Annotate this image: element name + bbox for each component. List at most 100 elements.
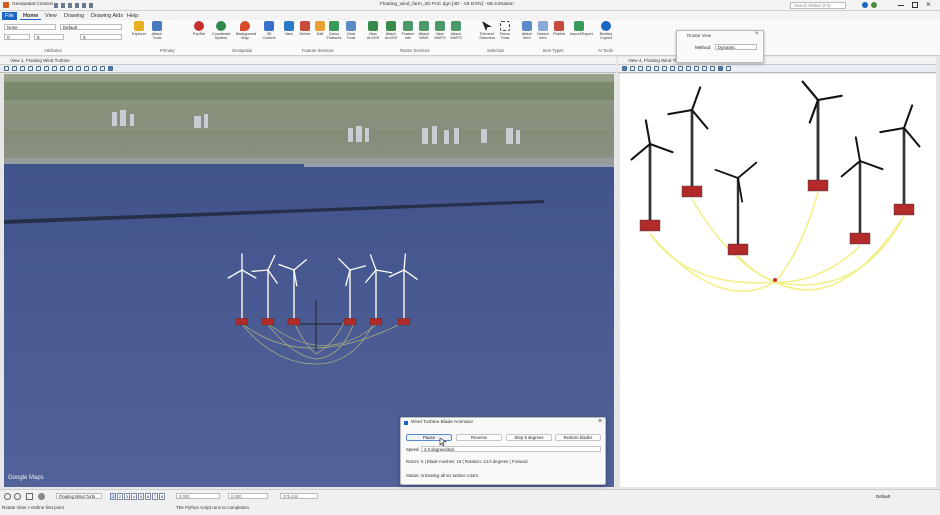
view4-zoom-in-icon[interactable] — [638, 66, 643, 71]
view4-display-style-icon[interactable] — [718, 66, 723, 71]
walk-icon[interactable] — [60, 66, 65, 71]
maximize-icon[interactable] — [912, 2, 918, 8]
view-5-button[interactable]: 5 — [138, 493, 144, 500]
view4-window-area-icon[interactable] — [654, 66, 659, 71]
3d-context-button[interactable]: 3D Context — [260, 21, 278, 47]
method-select[interactable]: Dynamic — [715, 44, 757, 50]
new-icon — [284, 21, 294, 31]
element-selection-button[interactable]: Element Selection — [478, 21, 496, 47]
bentley-copilot-button[interactable]: Bentley Copilot — [597, 21, 615, 47]
clip-volume-icon[interactable] — [92, 66, 97, 71]
rotate-view-close-icon[interactable]: × — [755, 31, 759, 37]
view-6-button[interactable]: 6 — [145, 493, 151, 500]
attach-tools-button[interactable]: Attach Tools — [148, 21, 166, 47]
snap-icon[interactable] — [14, 493, 21, 500]
view4-fit-icon[interactable] — [630, 66, 635, 71]
tab-drawing-aids[interactable]: Drawing Aids — [88, 12, 126, 20]
view4-rotation-icon[interactable] — [726, 66, 731, 71]
view4-rotate-icon[interactable] — [662, 66, 667, 71]
camera-icon[interactable] — [84, 66, 89, 71]
tab-file[interactable]: File — [2, 12, 17, 20]
tab-home[interactable]: Home — [20, 12, 42, 20]
view-3-button[interactable]: 3 — [124, 493, 130, 500]
view-previous-icon[interactable] — [68, 66, 73, 71]
fence-tools-button[interactable]: Fence Tools — [496, 21, 514, 47]
view-next-icon[interactable] — [76, 66, 81, 71]
zoom-out-icon[interactable] — [28, 66, 33, 71]
dialog-title: Wind Turbine Blade Animator — [411, 420, 474, 425]
group-raster-services-label: Raster Services — [400, 48, 430, 53]
lock-icon[interactable] — [26, 493, 33, 500]
fit-view-icon[interactable] — [12, 66, 17, 71]
y-coordinate[interactable]: 0.000 — [228, 493, 268, 499]
help-icon[interactable] — [862, 2, 868, 8]
picklist-button[interactable]: Picklist — [550, 21, 568, 47]
view4-previous-icon[interactable] — [686, 66, 691, 71]
transparency-select[interactable]: 0 — [80, 34, 122, 40]
view-rotation-icon[interactable] — [108, 66, 113, 71]
view4-toolbar[interactable] — [618, 65, 936, 73]
group-selection-label: Selection — [487, 48, 505, 53]
display-style-icon[interactable] — [100, 66, 105, 71]
dialog-close-icon[interactable]: × — [598, 418, 602, 425]
view4-clip-icon[interactable] — [710, 66, 715, 71]
query-features-button[interactable]: Query Features — [325, 21, 343, 47]
view-4-button[interactable]: 4 — [131, 493, 137, 500]
view-attributes-icon[interactable] — [4, 66, 9, 71]
attach-arcgis-button[interactable]: Attach ArcGIS — [382, 21, 400, 47]
view-select[interactable]: Floating Wind Turbi — [56, 493, 102, 499]
new-arcgis-button[interactable]: New ArcGIS — [364, 21, 382, 47]
z-coordinate[interactable]: 275.444 — [280, 493, 318, 499]
accudraw-icon[interactable] — [4, 493, 11, 500]
view-7-button[interactable]: 7 — [152, 493, 158, 500]
view-8-button[interactable]: 8 — [159, 493, 165, 500]
style-select[interactable]: Default — [60, 24, 122, 30]
group-ai-tools-label: AI Tools — [598, 48, 613, 53]
attach-wmts-button[interactable]: Attach WMTS — [447, 21, 465, 47]
view-2-button[interactable]: 2 — [117, 493, 123, 500]
tab-drawing[interactable]: Drawing — [61, 12, 87, 20]
view4-walk-icon[interactable] — [678, 66, 683, 71]
context-selector[interactable]: Geospatial Context — [12, 2, 53, 7]
search-ribbon-input[interactable]: Search Ribbon (F4) — [790, 2, 846, 9]
window-area-icon[interactable] — [36, 66, 41, 71]
view-1-button[interactable]: 1 — [110, 493, 116, 500]
view4-canvas[interactable] — [620, 74, 936, 487]
view4-turbines — [630, 80, 921, 256]
view4-zoom-out-icon[interactable] — [646, 66, 651, 71]
view1-toolbar[interactable] — [0, 65, 616, 73]
minimize-icon[interactable] — [898, 5, 904, 6]
explorer-button[interactable]: Explorer — [130, 21, 148, 47]
restore-blades-button[interactable]: Restore blades — [555, 434, 601, 441]
settings-icon[interactable] — [38, 493, 45, 500]
import-export-button[interactable]: Import/Export — [570, 21, 593, 47]
user-icon[interactable] — [871, 2, 877, 8]
view4-attributes-icon[interactable] — [622, 66, 627, 71]
mouse-cursor-icon — [439, 437, 447, 447]
popset-button[interactable]: PopSet — [190, 21, 208, 47]
background-map-button[interactable]: Background Map — [236, 21, 256, 47]
level-select[interactable]: None — [4, 24, 56, 30]
coordinate-system-button[interactable]: Coordinate System — [212, 21, 231, 47]
close-icon[interactable]: × — [926, 0, 931, 9]
tab-help[interactable]: Help — [124, 12, 141, 20]
quick-access-toolbar[interactable] — [54, 3, 94, 8]
view4-titlebar: View 4, Floating Wind Turb — [618, 57, 936, 65]
step-5-degrees-button[interactable]: Step 5 degrees — [506, 434, 552, 441]
zoom-in-icon[interactable] — [20, 66, 25, 71]
ribbon: None Default 0 0 0 Attributes Explorer A… — [0, 20, 940, 56]
globe-icon — [216, 21, 226, 31]
rotate-view-icon[interactable] — [44, 66, 49, 71]
view4-camera-icon[interactable] — [702, 66, 707, 71]
clear-tools-button[interactable]: Clear Tools — [342, 21, 360, 47]
pan-view-icon[interactable] — [52, 66, 57, 71]
reverse-button[interactable]: Reverse — [456, 434, 502, 441]
weight-select[interactable]: 0 — [34, 34, 64, 40]
view4-turbine — [801, 80, 843, 192]
x-coordinate[interactable]: 0.000 — [176, 493, 220, 499]
color-select[interactable]: 0 — [4, 34, 30, 40]
tab-view[interactable]: View — [42, 12, 60, 20]
speed-input[interactable]: 2.0 degrees/tick — [421, 446, 601, 452]
view4-next-icon[interactable] — [694, 66, 699, 71]
view4-pan-icon[interactable] — [670, 66, 675, 71]
